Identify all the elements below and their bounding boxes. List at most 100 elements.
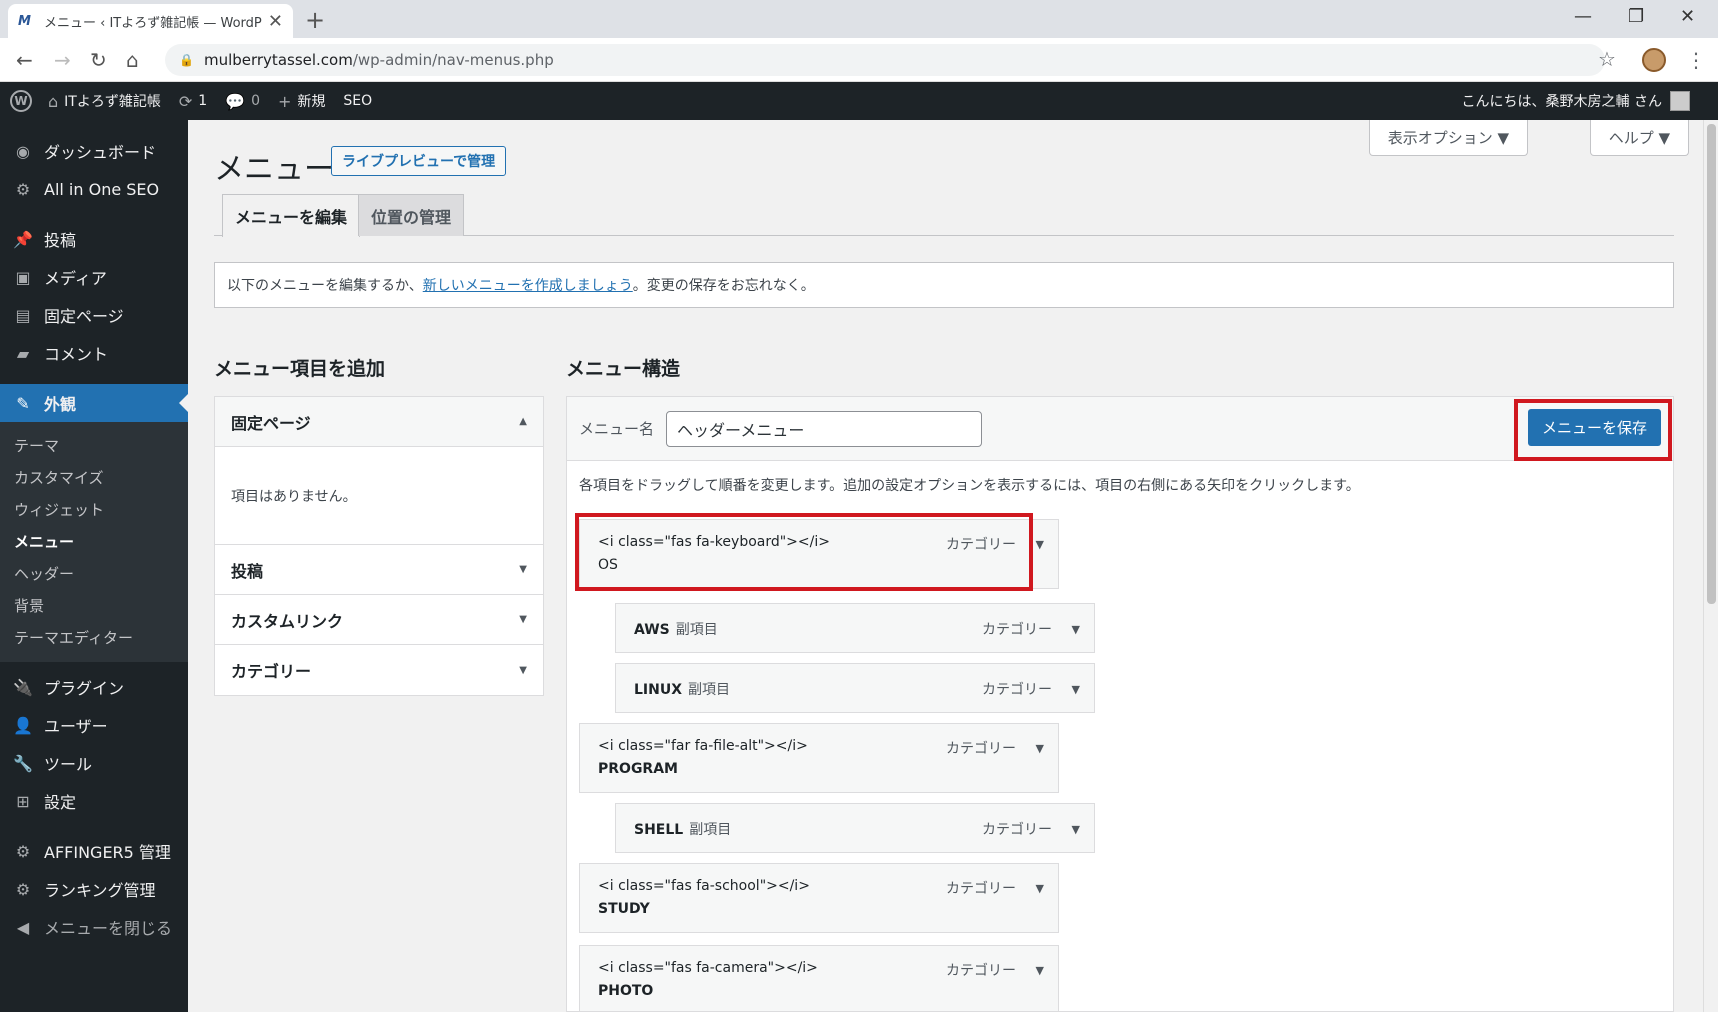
bookmark-star-icon[interactable]: ☆ [1598,47,1616,71]
submenu-widgets[interactable]: ウィジェット [0,494,188,526]
pages-empty-text: 項目はありません。 [215,447,543,545]
sub-item-label: 副項目 [675,622,718,638]
site-favicon-icon: M [18,13,31,29]
sidebar-item-comments[interactable]: ▰ コメント [0,334,188,372]
chevron-down-icon[interactable]: ▼ [1036,742,1044,755]
menu-name-input[interactable]: ヘッダーメニュー [666,410,983,447]
sidebar-item-affinger[interactable]: ⚙ AFFINGER5 管理 [0,832,188,870]
submenu-menus[interactable]: メニュー [0,526,188,558]
account-link[interactable]: こんにちは、桑野木房之輔 さん [1462,82,1690,120]
menu-item-title: <i class="fas fa-school"></i> [598,878,810,894]
menu-item-title: SHELL 副項目 [634,819,731,839]
menu-item-shell[interactable]: SHELL 副項目 カテゴリー ▼ [615,803,1095,853]
forward-icon[interactable]: → [54,48,71,72]
close-window-icon[interactable]: ✕ [1680,6,1695,27]
reload-icon[interactable]: ↻ [90,48,107,72]
live-preview-button[interactable]: ライブプレビューで管理 [331,146,507,176]
updates-count: 1 [198,93,208,109]
menu-item-type: カテゴリー [982,682,1052,698]
tab-edit-menus[interactable]: メニューを編集 [222,194,361,237]
submenu-theme-editor[interactable]: テーマエディター [0,622,188,654]
site-name-link[interactable]: ⌂ ITよろず雑記帳 [48,91,161,111]
menu-name-label: メニュー名 [579,420,655,438]
page-title: メニュー [214,152,334,187]
accordion-title: 投稿 [231,561,264,581]
comments-count: 0 [251,93,261,109]
sidebar-item-label: コメント [44,345,109,364]
home-icon[interactable]: ⌂ [126,48,139,72]
sidebar-item-ranking[interactable]: ⚙ ランキング管理 [0,870,188,908]
url-host: mulberrytassel.com [203,51,353,69]
new-content-link[interactable]: + 新規 [278,91,325,111]
submenu-themes[interactable]: テーマ [0,430,188,462]
chevron-down-icon[interactable]: ▼ [1072,623,1080,636]
page-scrollbar[interactable] [1703,120,1718,1012]
accordion-title: 固定ページ [231,413,311,433]
tab-manage-locations[interactable]: 位置の管理 [358,194,465,236]
gear-icon: ⚙ [15,841,31,861]
scrollbar-thumb[interactable] [1707,124,1716,604]
chevron-down-icon[interactable]: ▼ [1036,964,1044,977]
wordpress-logo-icon[interactable]: W [10,90,32,112]
new-tab-icon[interactable]: + [305,6,325,34]
menu-header-bar: メニュー名 ヘッダーメニュー メニューを保存 [567,397,1673,461]
sidebar-item-pages[interactable]: ▤ 固定ページ [0,296,188,334]
sidebar-item-appearance[interactable]: ✎ 外観 [0,384,188,422]
chevron-down-icon[interactable]: ▼ [1072,683,1080,696]
chevron-down-icon[interactable]: ▼ [1036,882,1044,895]
item-name: LINUX [634,682,683,698]
chevron-down-icon[interactable]: ▼ [1036,538,1044,551]
menu-item-linux[interactable]: LINUX 副項目 カテゴリー ▼ [615,663,1095,713]
create-new-menu-link[interactable]: 新しいメニューを作成しましょう [423,275,633,295]
sidebar-item-plugins[interactable]: 🔌 プラグイン [0,668,188,706]
sidebar-item-aioseo[interactable]: ⚙ All in One SEO [0,170,188,208]
submenu-background[interactable]: 背景 [0,590,188,622]
browser-tab-bar: M メニュー ‹ ITよろず雑記帳 — WordPr ✕ + — ❐ ✕ [0,0,1718,38]
accordion-posts[interactable]: 投稿 ▼ [215,545,543,595]
sidebar-item-settings[interactable]: ⊞ 設定 [0,782,188,820]
submenu-customize[interactable]: カスタマイズ [0,462,188,494]
browser-menu-icon[interactable]: ⋮ [1686,48,1706,72]
sidebar-item-tools[interactable]: 🔧 ツール [0,744,188,782]
menu-item-type: カテゴリー [946,881,1016,897]
submenu-header[interactable]: ヘッダー [0,558,188,590]
accordion-categories[interactable]: カテゴリー ▼ [215,645,543,695]
sidebar-item-posts[interactable]: 📌 投稿 [0,220,188,258]
accordion-custom-links[interactable]: カスタムリンク ▼ [215,595,543,645]
profile-avatar[interactable] [1642,48,1666,72]
comment-icon: ▰ [16,343,30,363]
sidebar-item-label: ツール [44,755,93,774]
close-tab-icon[interactable]: ✕ [268,11,283,32]
sidebar-item-label: プラグイン [44,679,125,698]
collapse-menu-button[interactable]: ◀ メニューを閉じる [0,908,188,946]
chevron-down-icon: ▼ [519,614,527,625]
menu-item-program[interactable]: <i class="far fa-file-alt"></i> PROGRAM … [579,723,1059,793]
back-icon[interactable]: ← [16,48,33,72]
screen-options-button[interactable]: 表示オプション ▼ [1368,120,1528,156]
restore-icon[interactable]: ❐ [1628,6,1644,27]
menu-item-study[interactable]: <i class="fas fa-school"></i> STUDY カテゴリ… [579,863,1059,933]
menu-item-aws[interactable]: AWS 副項目 カテゴリー ▼ [615,603,1095,653]
sidebar-item-media[interactable]: ▣ メディア [0,258,188,296]
sidebar-item-dashboard[interactable]: ◉ ダッシュボード [0,132,188,170]
sidebar-item-users[interactable]: 👤 ユーザー [0,706,188,744]
gear-icon: ⚙ [15,179,31,199]
greeting: こんにちは、桑野木房之輔 さん [1461,94,1662,110]
appearance-submenu: テーマ カスタマイズ ウィジェット メニュー ヘッダー 背景 テーマエディター [0,422,188,662]
menu-item-photo[interactable]: <i class="fas fa-camera"></i> PHOTO カテゴリ… [579,945,1059,1011]
item-name: SHELL [634,822,684,838]
comments-link[interactable]: 💬 0 [225,92,260,111]
updates-icon: ⟳ [178,91,193,111]
settings-icon: ⊞ [16,791,30,811]
chevron-down-icon[interactable]: ▼ [1072,823,1080,836]
minimize-icon[interactable]: — [1574,6,1592,27]
accordion-pages[interactable]: 固定ページ ▲ [215,397,543,447]
help-button[interactable]: ヘルプ ▼ [1589,120,1689,156]
user-icon: 👤 [13,715,33,735]
url-input[interactable]: 🔒 mulberrytassel.com/wp-admin/nav-menus.… [165,44,1605,76]
browser-tab[interactable]: M メニュー ‹ ITよろず雑記帳 — WordPr ✕ [8,4,293,38]
seo-link[interactable]: SEO [343,93,372,109]
updates-link[interactable]: ⟳ 1 [179,92,207,111]
collapse-arrow-icon: ◀ [16,917,30,937]
item-name: AWS [634,622,670,638]
